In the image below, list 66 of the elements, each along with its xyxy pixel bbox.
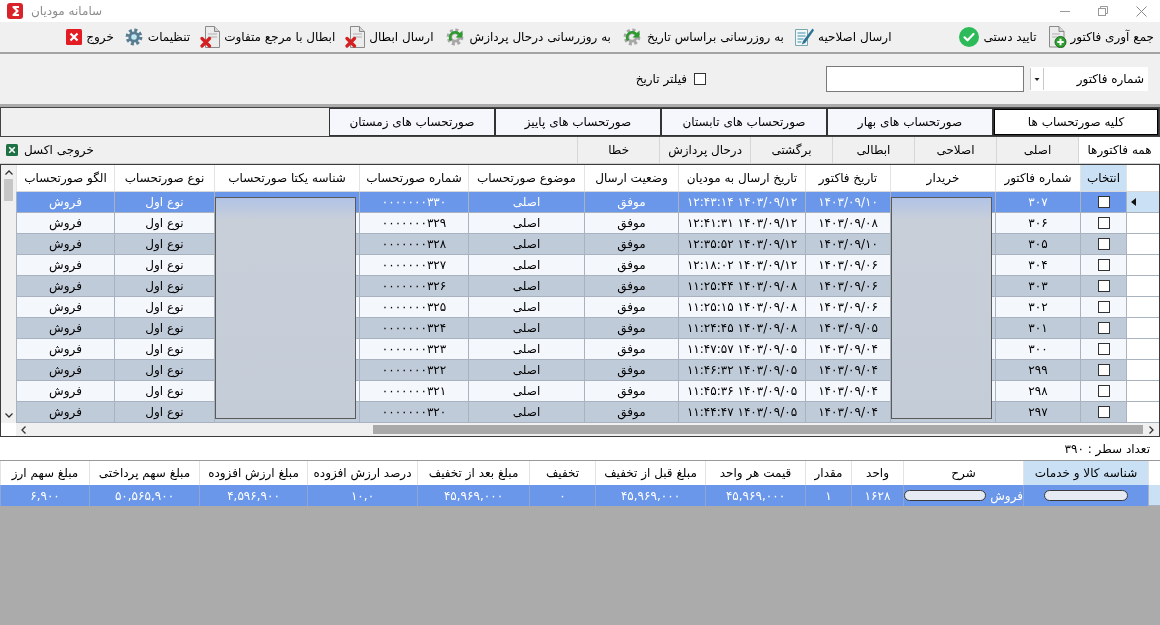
pencil-document-icon — [793, 27, 814, 47]
settings-icon — [123, 27, 144, 47]
tab[interactable]: صورتحساب های زمستان — [329, 108, 495, 136]
checkbox[interactable] — [1097, 196, 1110, 208]
table-cell: ۴۵,۹۶۹,۰۰۰ — [417, 485, 529, 506]
chevron-left-icon — [21, 425, 26, 434]
table-cell: ۴,۵۹۶,۹۰۰ — [199, 485, 307, 506]
table-cell: ۴۵,۹۶۹,۰۰۰ — [595, 485, 705, 506]
check-circle-icon — [959, 27, 980, 47]
checkbox[interactable] — [1097, 385, 1110, 397]
table-cell: فروش — [990, 488, 1023, 503]
table-cell: ۰ — [529, 485, 595, 506]
tab[interactable]: همه فاکتورها — [1078, 137, 1160, 163]
checkbox[interactable] — [1097, 259, 1110, 271]
toolbar-button[interactable]: ارسال ابطال — [343, 24, 436, 50]
document-x-icon — [200, 26, 221, 48]
toolbar-button[interactable]: به روزرسانی براساس تاریخ — [618, 24, 786, 50]
scrollbar-thumb[interactable] — [4, 179, 13, 201]
table-cell: ۱۶۲۸ — [851, 485, 903, 506]
chevron-down-icon — [4, 413, 13, 418]
current-row-icon — [1131, 198, 1136, 206]
toolbar-button[interactable]: خروج — [64, 24, 116, 50]
checkbox[interactable] — [1097, 301, 1110, 313]
field-dropdown[interactable]: شماره فاکتور — [1030, 67, 1148, 91]
toolbar-button[interactable]: تایید دستی — [957, 24, 1039, 50]
table-cell: ۶,۹۰۰ — [0, 485, 89, 506]
export-button[interactable]: خروجی اکسل — [0, 137, 100, 163]
checkbox[interactable] — [694, 73, 706, 85]
chevron-right-icon — [1149, 425, 1154, 434]
checkbox[interactable] — [1097, 364, 1110, 376]
checkbox[interactable] — [1097, 406, 1110, 418]
toolbar-button[interactable]: تنظیمات — [121, 24, 193, 50]
restore-icon — [1098, 6, 1108, 16]
chevron-up-icon — [4, 170, 13, 175]
row-count: تعداد سطر : ۳۹۰ — [1064, 441, 1150, 456]
tab[interactable]: صورتحساب های تابستان — [661, 108, 827, 136]
table-cell: ۵۰,۵۶۵,۹۰۰ — [89, 485, 199, 506]
checkbox-label: فیلتر تاریخ — [635, 72, 687, 86]
table-cell: ۱ — [805, 485, 851, 506]
close-icon — [1135, 5, 1147, 17]
toolbar-button[interactable]: به روزرسانی درحال پردازش — [441, 24, 613, 50]
checkbox[interactable] — [1097, 238, 1110, 250]
vertical-scrollbar[interactable] — [1, 165, 16, 423]
logo-icon — [7, 3, 23, 19]
table-cell: ۱۰,۰ — [307, 485, 417, 506]
horizontal-scrollbar[interactable] — [16, 423, 1159, 436]
table-cell: ۴۵,۹۶۹,۰۰۰ — [705, 485, 805, 506]
x-square-icon — [66, 29, 83, 45]
scrollbar-thumb[interactable] — [373, 425, 1143, 434]
document-x-icon — [345, 26, 366, 48]
tab[interactable]: صورتحساب های بهار — [827, 108, 993, 136]
document-plus-icon — [1046, 26, 1067, 48]
checkbox[interactable] — [1097, 343, 1110, 355]
toolbar-button[interactable]: ارسال اصلاحیه — [791, 24, 894, 50]
toolbar-button[interactable]: ابطال با مرجع متفاوت — [198, 24, 338, 50]
tab[interactable]: کلیه صورتحساب ها — [993, 108, 1159, 136]
checkbox[interactable] — [1097, 322, 1110, 334]
caret-icon — [1030, 68, 1044, 90]
search-field[interactable] — [826, 66, 1024, 92]
column-header[interactable]: انتخاب — [1080, 165, 1126, 191]
window-title: سامانه مودیان — [31, 4, 103, 18]
spreadsheet-icon — [6, 144, 18, 156]
tab[interactable]: صورتحساب های پاییز — [495, 108, 661, 136]
toolbar-button[interactable]: جمع آوری فاکتور — [1044, 24, 1156, 50]
checkbox[interactable] — [1097, 280, 1110, 292]
checkbox[interactable] — [1097, 217, 1110, 229]
